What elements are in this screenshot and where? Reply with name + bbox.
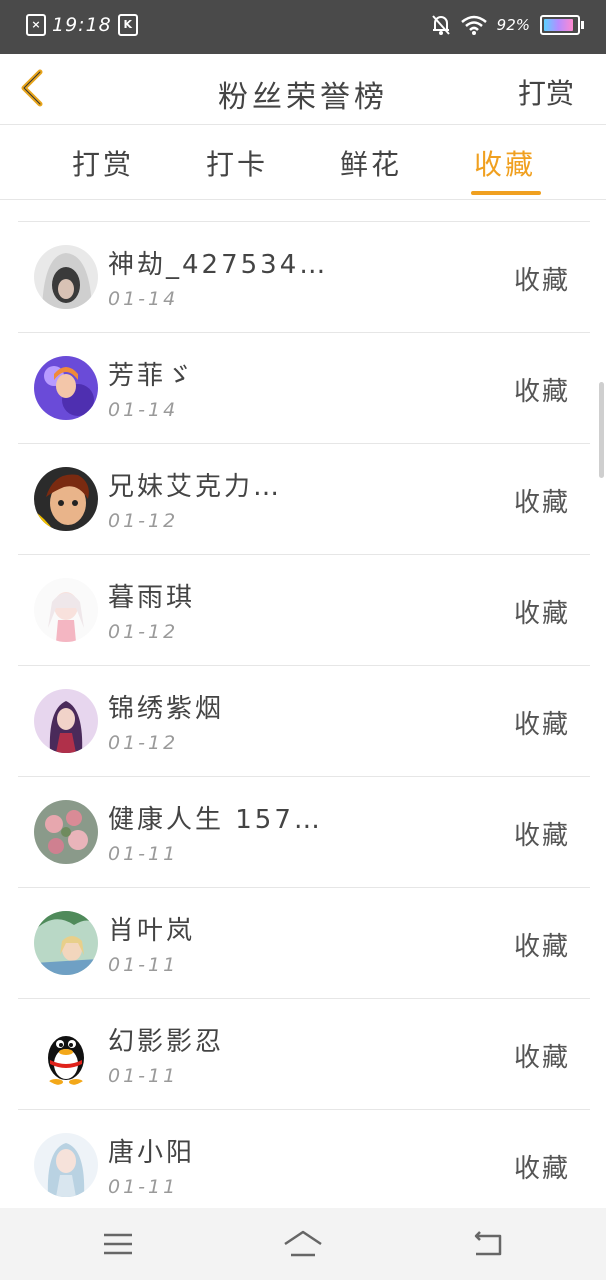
fan-date: 01-12 — [108, 732, 179, 754]
fan-name: 锦绣紫烟 — [108, 694, 225, 724]
list-item[interactable]: 健康人生 157… 01-11 收藏 — [18, 777, 590, 888]
tab-reward[interactable]: 打赏 — [72, 143, 134, 183]
list-item[interactable]: 神劫_427534… 01-14 收藏 — [18, 222, 590, 333]
wifi-icon — [460, 15, 487, 35]
avatar — [34, 245, 98, 309]
home-button[interactable] — [283, 1228, 323, 1260]
fan-name: 肖叶岚 — [108, 916, 196, 946]
favorite-label: 收藏 — [513, 599, 570, 629]
favorite-label: 收藏 — [513, 377, 570, 407]
fan-date: 01-12 — [108, 621, 179, 643]
status-left: × 19:18 K — [26, 14, 138, 36]
fan-date: 01-12 — [108, 510, 179, 532]
status-time: 19:18 — [52, 14, 112, 36]
close-box-icon: × — [26, 14, 46, 36]
avatar — [34, 467, 98, 531]
favorite-label: 收藏 — [513, 1154, 570, 1184]
avatar — [34, 356, 98, 420]
avatar — [34, 578, 98, 642]
avatar — [34, 1133, 98, 1197]
fan-name: 暮雨琪 — [108, 583, 196, 613]
fan-name: 兄妹艾克力… — [108, 472, 283, 502]
k-app-icon: K — [117, 14, 138, 36]
scrollbar[interactable] — [599, 382, 604, 478]
favorite-label: 收藏 — [513, 710, 570, 740]
favorite-label: 收藏 — [513, 932, 570, 962]
status-bar: × 19:18 K 92% — [0, 0, 606, 54]
mute-bell-icon — [431, 15, 450, 35]
reward-button[interactable]: 打赏 — [518, 72, 574, 112]
avatar — [34, 1022, 98, 1086]
battery-fill — [544, 19, 574, 31]
avatar — [34, 800, 98, 864]
favorite-label: 收藏 — [513, 488, 570, 518]
tab-flowers[interactable]: 鲜花 — [340, 143, 402, 183]
fan-date: 01-14 — [108, 288, 179, 310]
fan-date: 01-11 — [108, 1065, 179, 1087]
menu-icon — [104, 1233, 132, 1255]
battery-percent: 92% — [496, 16, 530, 34]
list-item[interactable]: 唐小阳 01-11 收藏 — [18, 1110, 590, 1221]
battery-icon — [540, 15, 584, 35]
system-nav-bar — [0, 1208, 606, 1280]
home-icon — [284, 1230, 322, 1257]
status-right: 92% — [431, 14, 584, 36]
tab-bar: 打赏 打卡 鲜花 收藏 — [0, 125, 606, 200]
fan-date: 01-11 — [108, 1176, 179, 1198]
fan-list: 神劫_427534… 01-14 收藏 芳菲ゞ 01-14 收藏 兄妹艾克力… … — [18, 221, 590, 1221]
fan-name: 健康人生 157… — [108, 805, 323, 835]
fan-date: 01-11 — [108, 954, 179, 976]
list-item[interactable]: 兄妹艾克力… 01-12 收藏 — [18, 444, 590, 555]
fan-name: 幻影影忍 — [108, 1027, 225, 1057]
list-item[interactable]: 幻影影忍 01-11 收藏 — [18, 999, 590, 1110]
back-icon — [474, 1231, 502, 1256]
list-item[interactable]: 芳菲ゞ 01-14 收藏 — [18, 333, 590, 444]
favorite-label: 收藏 — [513, 1043, 570, 1073]
avatar — [34, 689, 98, 753]
tab-favorites[interactable]: 收藏 — [474, 143, 536, 183]
header: 粉丝荣誉榜 打赏 — [0, 54, 606, 125]
fan-name: 唐小阳 — [108, 1138, 196, 1168]
list-item[interactable]: 暮雨琪 01-12 收藏 — [18, 555, 590, 666]
active-tab-indicator — [471, 191, 541, 195]
fan-date: 01-11 — [108, 843, 179, 865]
list-item[interactable]: 肖叶岚 01-11 收藏 — [18, 888, 590, 999]
avatar — [34, 911, 98, 975]
favorite-label: 收藏 — [513, 266, 570, 296]
tab-checkin[interactable]: 打卡 — [206, 143, 268, 183]
fan-name: 神劫_427534… — [108, 250, 329, 280]
favorite-label: 收藏 — [513, 821, 570, 851]
fan-name: 芳菲ゞ — [108, 361, 196, 391]
page-title: 粉丝荣誉榜 — [218, 80, 388, 115]
back-nav-button[interactable] — [468, 1228, 508, 1260]
list-item[interactable]: 锦绣紫烟 01-12 收藏 — [18, 666, 590, 777]
menu-button[interactable] — [98, 1228, 138, 1260]
fan-date: 01-14 — [108, 399, 179, 421]
